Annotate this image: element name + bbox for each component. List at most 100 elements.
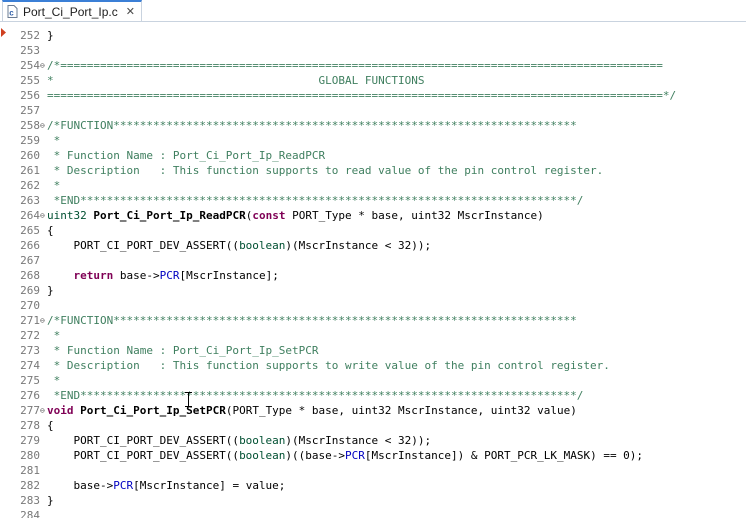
line-number: 253: [20, 44, 40, 57]
code-line[interactable]: 270: [0, 298, 746, 313]
line-number: 273: [20, 344, 40, 357]
keyword-token: return: [73, 269, 114, 282]
line-number: 271: [20, 314, 40, 327]
code-text: }: [47, 28, 54, 43]
comment-token: *: [47, 374, 61, 387]
code-line[interactable]: 276 *END********************************…: [0, 388, 746, 403]
line-number: 262: [20, 179, 40, 192]
code-text: * GLOBAL FUNCTIONS: [47, 73, 425, 88]
code-line[interactable]: 269}: [0, 283, 746, 298]
code-line[interactable]: 275 *: [0, 373, 746, 388]
field-token: PCR: [113, 479, 134, 492]
code-line[interactable]: 284: [0, 508, 746, 518]
code-line[interactable]: 266 PORT_CI_PORT_DEV_ASSERT((boolean)(Ms…: [0, 238, 746, 253]
code-text: *: [47, 133, 61, 148]
code-line[interactable]: 255 * GLOBAL FUNCTIONS: [0, 73, 746, 88]
fold-toggle-icon[interactable]: ⊖: [40, 208, 46, 223]
code-text: * Description : This function supports t…: [47, 163, 604, 178]
comment-token: *END************************************…: [47, 389, 584, 402]
plain-token: PORT_CI_PORT_DEV_ASSERT((: [47, 449, 240, 462]
plain-token: PORT_CI_PORT_DEV_ASSERT((: [47, 239, 240, 252]
comment-token: *: [47, 179, 61, 192]
line-number: 256: [20, 89, 40, 102]
code-text: * Function Name : Port_Ci_Port_Ip_ReadPC…: [47, 148, 326, 163]
fold-toggle-icon[interactable]: ⊖: [40, 313, 46, 328]
code-text: }: [47, 283, 54, 298]
code-line[interactable]: 257: [0, 103, 746, 118]
code-line[interactable]: 267: [0, 253, 746, 268]
comment-token: * Function Name : Port_Ci_Port_Ip_ReadPC…: [47, 149, 326, 162]
code-line[interactable]: 260 * Function Name : Port_Ci_Port_Ip_Re…: [0, 148, 746, 163]
plain-token: {: [47, 224, 54, 237]
function-name-token: Port_Ci_Port_Ip_ReadPCR: [93, 209, 246, 222]
mouse-ibeam-cursor-icon: [185, 392, 192, 407]
code-editor[interactable]: 252} 253 254 ⊖/*===========================…: [0, 22, 746, 518]
code-line[interactable]: 274 * Description : This function suppor…: [0, 358, 746, 373]
line-number: 261: [20, 164, 40, 177]
code-line[interactable]: 271 ⊖/*FUNCTION**************************…: [0, 313, 746, 328]
code-line[interactable]: 254 ⊖/*==================================…: [0, 58, 746, 73]
code-text: /*======================================…: [47, 58, 663, 73]
code-text: *: [47, 373, 61, 388]
fold-toggle-icon[interactable]: ⊖: [40, 58, 46, 73]
code-text: uint32 Port_Ci_Port_Ip_ReadPCR(const POR…: [47, 208, 544, 223]
code-text: *END************************************…: [47, 388, 584, 403]
code-line[interactable]: 263 *END********************************…: [0, 193, 746, 208]
code-line[interactable]: 273 * Function Name : Port_Ci_Port_Ip_Se…: [0, 343, 746, 358]
code-line[interactable]: 268 return base->PCR[MscrInstance];: [0, 268, 746, 283]
code-text: void Port_Ci_Port_Ip_SetPCR(PORT_Type * …: [47, 403, 577, 418]
line-number: 284: [20, 509, 40, 518]
code-line[interactable]: 265 {: [0, 223, 746, 238]
line-number: 260: [20, 149, 40, 162]
comment-token: *: [47, 134, 61, 147]
comment-token: ========================================…: [47, 89, 677, 102]
line-number: 254: [20, 59, 40, 72]
line-number: 265: [20, 224, 40, 237]
fold-toggle-icon[interactable]: ⊖: [40, 403, 46, 418]
code-line[interactable]: 253: [0, 43, 746, 58]
line-number: 283: [20, 494, 40, 507]
code-line[interactable]: 278 {: [0, 418, 746, 433]
tab-port-ci-port-ip-c[interactable]: c Port_Ci_Port_Ip.c ✕: [2, 0, 142, 21]
code-line[interactable]: 279 PORT_CI_PORT_DEV_ASSERT((boolean)(Ms…: [0, 433, 746, 448]
close-icon[interactable]: ✕: [126, 5, 135, 18]
line-number: 268: [20, 269, 40, 282]
line-number: 266: [20, 239, 40, 252]
editor-tab-bar: c Port_Ci_Port_Ip.c ✕: [0, 0, 746, 22]
code-line[interactable]: 262 *: [0, 178, 746, 193]
plain-token: [MscrInstance] = value;: [133, 479, 286, 492]
code-text: return base->PCR[MscrInstance];: [47, 268, 279, 283]
code-line[interactable]: 280 PORT_CI_PORT_DEV_ASSERT((boolean)((b…: [0, 448, 746, 463]
comment-token: * Description : This function supports t…: [47, 359, 610, 372]
code-line[interactable]: 272 *: [0, 328, 746, 343]
plain-token: )(MscrInstance < 32));: [285, 239, 432, 252]
plain-token: )(MscrInstance < 32));: [285, 434, 432, 447]
comment-token: /*======================================…: [47, 59, 663, 72]
code-line[interactable]: 264 ⊖ uint32 Port_Ci_Port_Ip_ReadPCR(const…: [0, 208, 746, 223]
plain-token: }: [47, 284, 54, 297]
code-text: PORT_CI_PORT_DEV_ASSERT((boolean)((base-…: [47, 448, 643, 463]
code-line[interactable]: 252}: [0, 28, 746, 43]
code-line[interactable]: 259 *: [0, 133, 746, 148]
code-text: PORT_CI_PORT_DEV_ASSERT((boolean)(MscrIn…: [47, 433, 431, 448]
code-text: *: [47, 328, 61, 343]
code-line[interactable]: 277 ⊖ void Port_Ci_Port_Ip_SetPCR(PORT_Typ…: [0, 403, 746, 418]
type-token: boolean: [239, 449, 286, 462]
line-number: 263: [20, 194, 40, 207]
tab-title: Port_Ci_Port_Ip.c: [23, 4, 118, 19]
code-line[interactable]: 281: [0, 463, 746, 478]
type-token: boolean: [239, 434, 286, 447]
code-line[interactable]: 261 * Description : This function suppor…: [0, 163, 746, 178]
code-line[interactable]: 258 ⊖/*FUNCTION**************************…: [0, 118, 746, 133]
fold-toggle-icon[interactable]: ⊖: [40, 118, 46, 133]
plain-token: [MscrInstance];: [179, 269, 279, 282]
code-line[interactable]: 282 base->PCR[MscrInstance] = value;: [0, 478, 746, 493]
line-number: 267: [20, 254, 40, 267]
code-text: base->PCR[MscrInstance] = value;: [47, 478, 285, 493]
keyword-token: const: [252, 209, 286, 222]
code-line[interactable]: 256 =====================================…: [0, 88, 746, 103]
code-text: *: [47, 178, 61, 193]
code-line[interactable]: 283}: [0, 493, 746, 508]
line-number: 275: [20, 374, 40, 387]
